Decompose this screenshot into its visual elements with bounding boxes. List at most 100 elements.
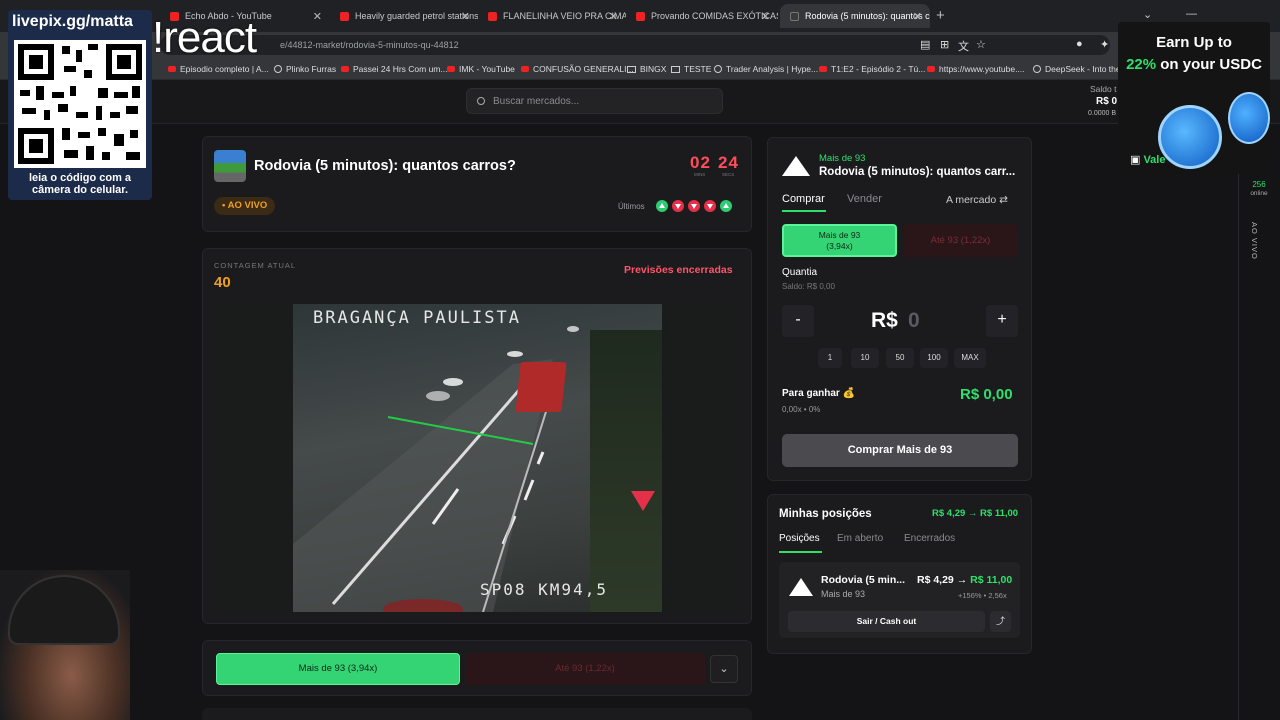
bookmark-star-icon[interactable]: ☆ — [976, 38, 986, 51]
extensions-icon[interactable]: ✦ — [1100, 38, 1109, 51]
quick-amount-max[interactable]: MAX — [954, 348, 986, 368]
quick-amount-1[interactable]: 1 — [818, 348, 842, 368]
balance-value[interactable]: R$ 0 — [1096, 96, 1117, 107]
search-placeholder: Buscar mercados... — [493, 95, 580, 107]
browser-tab[interactable]: FLANELINHA VEIO PRA CIMA, D ✕ — [478, 4, 626, 28]
bet-under-button[interactable]: Até 93 (1,22x) — [465, 653, 705, 685]
youtube-icon — [521, 66, 529, 72]
positions-summary: R$ 4,29 → R$ 11,00 — [932, 508, 1019, 519]
new-tab-button[interactable]: + — [936, 7, 945, 24]
balance-sub: 0.0000 B — [1088, 110, 1117, 117]
search-input[interactable]: Buscar mercados... — [466, 88, 723, 114]
to-win-label: Para ganhar 💰 — [782, 388, 856, 399]
live-badge: • AO VIVO — [214, 197, 276, 215]
usdc-coin-icon — [1158, 105, 1222, 169]
close-icon[interactable]: ✕ — [761, 10, 770, 23]
share-icon[interactable]: ⤴ — [990, 611, 1011, 632]
triangle-up-icon — [789, 578, 813, 596]
order-market-title: Rodovia (5 minutos): quantos carr... — [819, 166, 1016, 178]
balance-label: Saldo t — [1090, 84, 1117, 94]
profile-icon[interactable]: ● — [1076, 38, 1083, 50]
buy-submit-button[interactable]: Comprar Mais de 93 — [782, 434, 1018, 467]
cashout-button[interactable]: Sair / Cash out — [788, 611, 985, 632]
cast-icon[interactable]: ⊞ — [940, 38, 949, 51]
saldo-label: Saldo: R$ 0,00 — [782, 282, 835, 291]
quick-amount-100[interactable]: 100 — [920, 348, 948, 368]
bookmark-folder[interactable]: TESTE — [671, 64, 711, 74]
qr-code — [14, 40, 146, 168]
tab-label: Heavily guarded petrol stations — [355, 11, 478, 21]
triangle-up-icon — [782, 156, 810, 176]
browser-tab[interactable]: Heavily guarded petrol stations ✕ — [330, 4, 478, 28]
close-icon[interactable]: ✕ — [461, 10, 470, 23]
youtube-icon — [340, 11, 349, 21]
bookmark-item[interactable]: Trader Analysis | Hype... — [714, 64, 818, 74]
close-icon[interactable]: ✕ — [313, 10, 322, 23]
youtube-icon — [447, 66, 455, 72]
order-type-toggle[interactable]: A mercado ⇄ — [946, 194, 1008, 206]
tab-active-indicator — [782, 210, 826, 212]
amount-input[interactable]: 0 — [908, 309, 920, 333]
order-over-button[interactable]: Mais de 93 (3,94x) — [782, 224, 897, 257]
tab-search-icon[interactable]: ⌄ — [1143, 8, 1152, 21]
translate-icon[interactable]: 文 — [958, 38, 969, 54]
history-up-icon — [720, 200, 732, 212]
bet-over-button[interactable]: Mais de 93 (3,94x) — [216, 653, 460, 685]
quick-amount-50[interactable]: 50 — [886, 348, 914, 368]
position-stats: +156% • 2,56x — [958, 591, 1007, 600]
tab-closed[interactable]: Encerrados — [904, 533, 955, 544]
donation-handle: livepix.gg/matta — [12, 13, 133, 30]
ad-highlight: 22% — [1126, 56, 1157, 73]
down-marker-icon — [631, 491, 655, 511]
bookmark-item[interactable]: Passei 24 Hrs Com um... — [341, 64, 447, 74]
close-icon[interactable]: ✕ — [913, 10, 922, 23]
bus — [515, 362, 567, 412]
history-label: Últimos — [618, 202, 645, 211]
bookmark-folder[interactable]: BINGX — [627, 64, 666, 74]
quick-amount-10[interactable]: 10 — [851, 348, 879, 368]
increase-button[interactable]: + — [986, 305, 1018, 337]
to-win-value: R$ 0,00 — [960, 386, 1013, 403]
bookmark-item[interactable]: IMK - YouTube — [447, 64, 515, 74]
youtube-icon — [819, 66, 827, 72]
reader-icon[interactable]: ▤ — [920, 38, 930, 51]
youtube-icon — [341, 66, 349, 72]
to-win-multiplier: 0,00x • 0% — [782, 405, 821, 414]
roadside — [590, 330, 662, 612]
tab-open[interactable]: Em aberto — [837, 533, 883, 544]
search-icon — [477, 97, 485, 105]
minimize-icon[interactable]: — — [1186, 8, 1197, 20]
market-title: Rodovia (5 minutos): quantos carros? — [254, 158, 516, 174]
market-thumbnail — [214, 150, 246, 182]
bookmark-item[interactable]: https://www.youtube.... — [927, 64, 1025, 74]
youtube-icon — [927, 66, 935, 72]
count-label: CONTAGEM ATUAL — [214, 261, 297, 270]
tab-buy[interactable]: Comprar — [782, 193, 825, 205]
decrease-button[interactable]: - — [782, 305, 814, 337]
position-side: Mais de 93 — [821, 589, 866, 599]
history-down-icon — [704, 200, 716, 212]
bookmark-item[interactable]: CONFUSÃO GENERALI... — [521, 64, 634, 74]
ad-brand: ▣ Vale — [1130, 153, 1165, 166]
order-under-button[interactable]: Até 93 (1,22x) — [903, 224, 1018, 257]
timer-minutes-label: MINS — [694, 172, 706, 177]
ad-line-1: Earn Up to — [1156, 34, 1232, 51]
close-icon[interactable]: ✕ — [609, 10, 618, 23]
folder-icon — [627, 65, 636, 73]
count-value: 40 — [214, 274, 231, 291]
bookmark-item[interactable]: Plinko Furras — [274, 64, 336, 74]
bookmark-item[interactable]: T1:E2 - Episódio 2 - Tú... — [819, 64, 925, 74]
youtube-icon — [488, 11, 497, 21]
tab-positions[interactable]: Posições — [779, 533, 820, 544]
browser-tab[interactable]: Provando COMIDAS EXÓTICAS ✕ — [626, 4, 778, 28]
browser-tab-active[interactable]: Rodovia (5 minutos): quantos c ✕ — [780, 4, 930, 28]
bookmark-item[interactable]: DeepSeek - Into the — [1033, 64, 1121, 74]
right-rail-divider — [1238, 124, 1239, 720]
globe-icon — [1033, 65, 1041, 73]
tab-sell[interactable]: Vender — [847, 193, 882, 205]
ad-line-2: on your USDC — [1156, 56, 1262, 73]
chevron-down-icon[interactable]: ⌄ — [710, 655, 738, 683]
ad-headline: Earn Up to 22% on your USDC — [1126, 32, 1262, 76]
live-sidebar-toggle[interactable]: AO VIVO — [1250, 222, 1259, 260]
bookmark-item[interactable]: Episodio completo | A... — [168, 64, 269, 74]
